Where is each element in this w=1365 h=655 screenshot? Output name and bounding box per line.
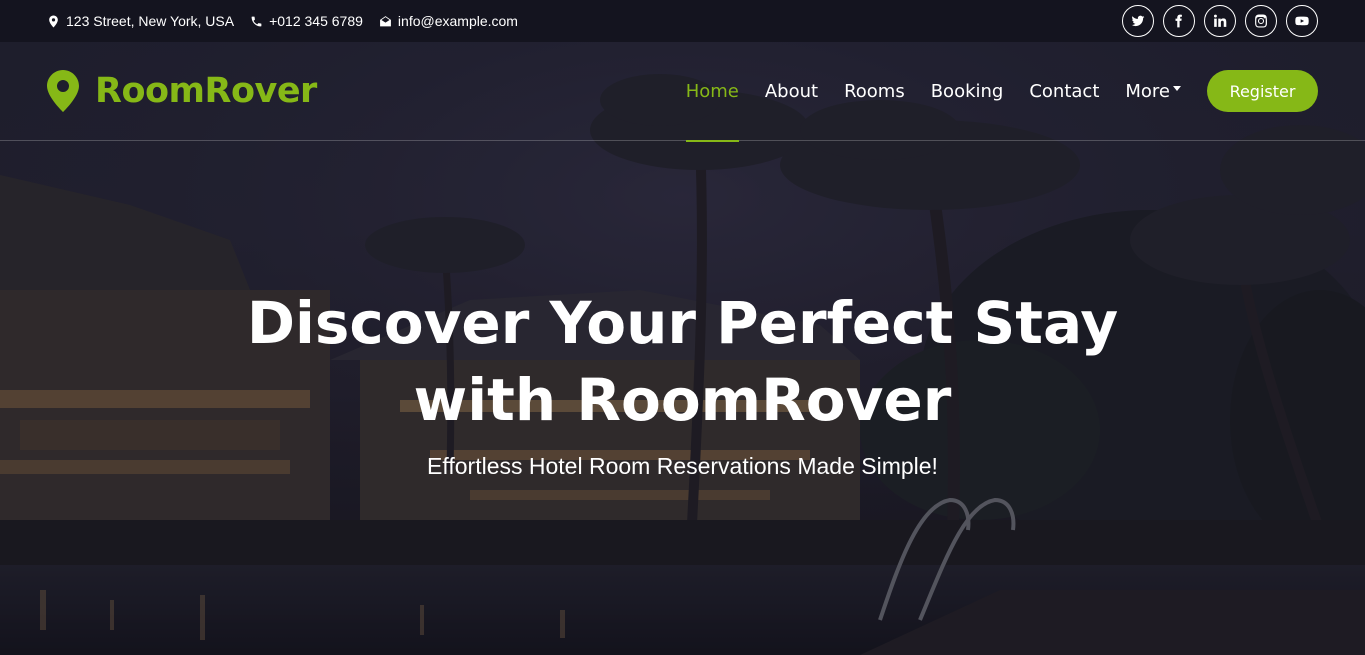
hero-title-line-2: with RoomRover [413,366,952,434]
main-navbar: RoomRover Home About Rooms Booking Conta… [0,42,1365,142]
register-button[interactable]: Register [1207,70,1318,112]
top-bar: 123 Street, New York, USA +012 345 6789 … [0,0,1365,42]
phone-icon [250,15,263,28]
nav-about[interactable]: About [765,42,818,141]
envelope-open-icon [379,15,392,28]
brand-name: RoomRover [95,71,317,111]
address-text: 123 Street, New York, USA [66,13,235,29]
nav-right: Home About Rooms Booking Contact More Re… [685,42,1318,142]
nav-home[interactable]: Home [685,42,740,142]
nav-more-label: More [1125,80,1170,102]
contact-list: 123 Street, New York, USA +012 345 6789 … [47,13,518,29]
nav-rooms[interactable]: Rooms [844,42,905,141]
facebook-icon [1172,14,1186,28]
map-marker-icon [47,15,60,28]
contact-email: info@example.com [379,13,518,29]
youtube-link[interactable] [1286,5,1318,37]
map-pin-icon [47,70,79,112]
phone-text: +012 345 6789 [269,13,363,29]
hero-title-line-1: Discover Your Perfect Stay [246,289,1119,357]
facebook-link[interactable] [1163,5,1195,37]
linkedin-icon [1213,14,1227,28]
hero-subtitle: Effortless Hotel Room Reservations Made … [427,453,938,479]
youtube-icon [1295,14,1309,28]
instagram-link[interactable] [1245,5,1277,37]
linkedin-link[interactable] [1204,5,1236,37]
email-text: info@example.com [397,13,518,29]
social-links [1122,5,1318,37]
brand-logo[interactable]: RoomRover [47,70,317,112]
nav-booking[interactable]: Booking [931,42,1004,141]
twitter-icon [1131,14,1145,28]
nav-links: Home About Rooms Booking Contact More [685,42,1181,142]
nav-more-dropdown[interactable]: More [1125,42,1181,141]
caret-down-icon [1173,86,1181,91]
hero-content: Discover Your Perfect Stay with RoomRove… [0,285,1365,480]
contact-address: 123 Street, New York, USA [47,13,234,29]
instagram-icon [1254,14,1268,28]
twitter-link[interactable] [1122,5,1154,37]
nav-contact[interactable]: Contact [1029,42,1099,141]
contact-phone: +012 345 6789 [250,13,363,29]
hero-title: Discover Your Perfect Stay with RoomRove… [0,285,1365,439]
